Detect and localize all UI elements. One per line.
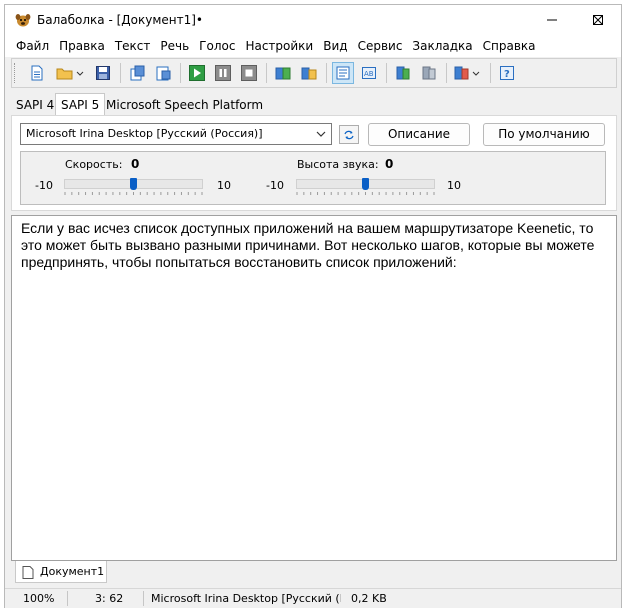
toolbar-separator (386, 63, 387, 83)
toolbar-separator (120, 63, 121, 83)
close-icon (593, 15, 603, 25)
stop-icon (241, 65, 257, 81)
batch-convert-button[interactable] (298, 62, 320, 84)
text-view-button[interactable] (332, 62, 354, 84)
open-folder-icon (56, 68, 84, 80)
toolbar-separator (180, 63, 181, 83)
save-button[interactable] (92, 62, 114, 84)
rate-label: Скорость: (65, 158, 123, 171)
default-button[interactable]: По умолчанию (483, 123, 605, 146)
chevron-down-icon (316, 131, 326, 137)
refresh-icon (344, 130, 354, 139)
pitch-slider-thumb[interactable] (362, 178, 369, 190)
menu-bookmark[interactable]: Закладка (407, 35, 477, 57)
menu-edit[interactable]: Правка (54, 35, 110, 57)
status-separator (67, 591, 68, 606)
close-button[interactable] (575, 5, 621, 35)
minimize-button[interactable] (529, 5, 575, 35)
menu-view[interactable]: Вид (318, 35, 352, 57)
dictionary-button[interactable] (418, 62, 440, 84)
cursor-position-status: 3: 62 (95, 592, 124, 605)
voice-select-value: Microsoft Irina Desktop [Русский (Россия… (26, 127, 263, 140)
menu-help[interactable]: Справка (478, 35, 541, 57)
app-window: Балаболка - [Документ1]• Файл Правка Тек… (4, 4, 622, 608)
pitch-label: Высота звука: (297, 158, 379, 171)
editor-content[interactable]: Если у вас исчез список доступных прилож… (21, 220, 606, 271)
text-view-icon (336, 66, 350, 80)
tab-sapi4[interactable]: SAPI 4 (11, 95, 59, 115)
minimize-icon (547, 19, 557, 21)
toolbar-grip[interactable] (14, 63, 18, 83)
subtitle-button[interactable]: AB (358, 62, 380, 84)
balabolka-logo-icon (15, 14, 31, 27)
svg-text:?: ? (504, 69, 510, 80)
dictionary-icon (422, 66, 436, 80)
window-title: Балаболка - [Документ1]• (37, 13, 203, 27)
play-button[interactable] (186, 62, 208, 84)
pitch-min-label: -10 (266, 179, 284, 192)
svg-text:AB: AB (364, 70, 374, 78)
description-button[interactable]: Описание (368, 123, 470, 146)
rate-ticks (64, 192, 203, 195)
pause-icon (215, 65, 231, 81)
read-file-icon (156, 66, 171, 81)
translate-icon (396, 66, 410, 80)
menu-voice[interactable]: Голос (194, 35, 240, 57)
voice-select[interactable]: Microsoft Irina Desktop [Русский (Россия… (20, 123, 332, 145)
toolbar: AB ? (11, 58, 617, 88)
subtitle-icon: AB (362, 67, 376, 79)
tab-speech-platform[interactable]: Microsoft Speech Platform (101, 95, 268, 115)
save-icon (96, 66, 110, 80)
read-clipboard-button[interactable] (126, 62, 148, 84)
new-document-button[interactable] (26, 62, 48, 84)
voice-parameters: Скорость: 0 -10 10 Высота звука: 0 -10 1… (20, 151, 606, 205)
read-file-button[interactable] (152, 62, 174, 84)
pause-button[interactable] (212, 62, 234, 84)
document-tab[interactable]: Документ1 (15, 561, 107, 583)
stop-button[interactable] (238, 62, 260, 84)
zoom-status: 100% (23, 592, 55, 605)
spellcheck-button[interactable] (452, 62, 484, 84)
status-separator (143, 591, 144, 606)
tab-sapi5[interactable]: SAPI 5 (55, 93, 106, 115)
translate-button[interactable] (392, 62, 414, 84)
menu-speech[interactable]: Речь (155, 35, 194, 57)
menu-tools[interactable]: Сервис (353, 35, 408, 57)
spellcheck-icon (454, 66, 480, 80)
document-tab-label: Документ1 (40, 565, 105, 578)
new-document-icon (31, 65, 43, 81)
pitch-value: 0 (385, 157, 394, 171)
rate-min-label: -10 (35, 179, 53, 192)
read-clipboard-icon (130, 65, 145, 81)
pitch-ticks (296, 192, 435, 195)
help-button[interactable]: ? (496, 62, 518, 84)
rate-max-label: 10 (217, 179, 231, 192)
document-icon (22, 566, 34, 579)
pitch-max-label: 10 (447, 179, 461, 192)
rate-value: 0 (131, 157, 140, 171)
voice-status: Microsoft Irina Desktop [Русский (Ро (151, 592, 341, 605)
title-bar: Балаболка - [Документ1]• (5, 5, 621, 35)
help-icon: ? (500, 66, 514, 80)
menu-text[interactable]: Текст (110, 35, 156, 57)
text-editor[interactable]: Если у вас исчез список доступных прилож… (11, 215, 617, 561)
status-bar: 100% 3: 62 Microsoft Irina Desktop [Русс… (5, 588, 621, 608)
toolbar-separator (266, 63, 267, 83)
export-audio-icon (275, 67, 291, 80)
batch-convert-icon (301, 67, 317, 80)
menu-settings[interactable]: Настройки (240, 35, 318, 57)
toolbar-separator (490, 63, 491, 83)
refresh-voices-button[interactable] (339, 125, 359, 144)
export-audio-button[interactable] (272, 62, 294, 84)
toolbar-separator (326, 63, 327, 83)
menu-file[interactable]: Файл (11, 35, 54, 57)
size-status: 0,2 KB (351, 592, 387, 605)
voice-panel: Microsoft Irina Desktop [Русский (Россия… (11, 115, 617, 211)
document-tab-strip: Документ1 (11, 561, 617, 585)
open-folder-button[interactable] (54, 62, 86, 84)
play-icon (189, 65, 205, 81)
rate-slider-thumb[interactable] (130, 178, 137, 190)
menu-bar: Файл Правка Текст Речь Голос Настройки В… (5, 35, 621, 57)
toolbar-separator (446, 63, 447, 83)
